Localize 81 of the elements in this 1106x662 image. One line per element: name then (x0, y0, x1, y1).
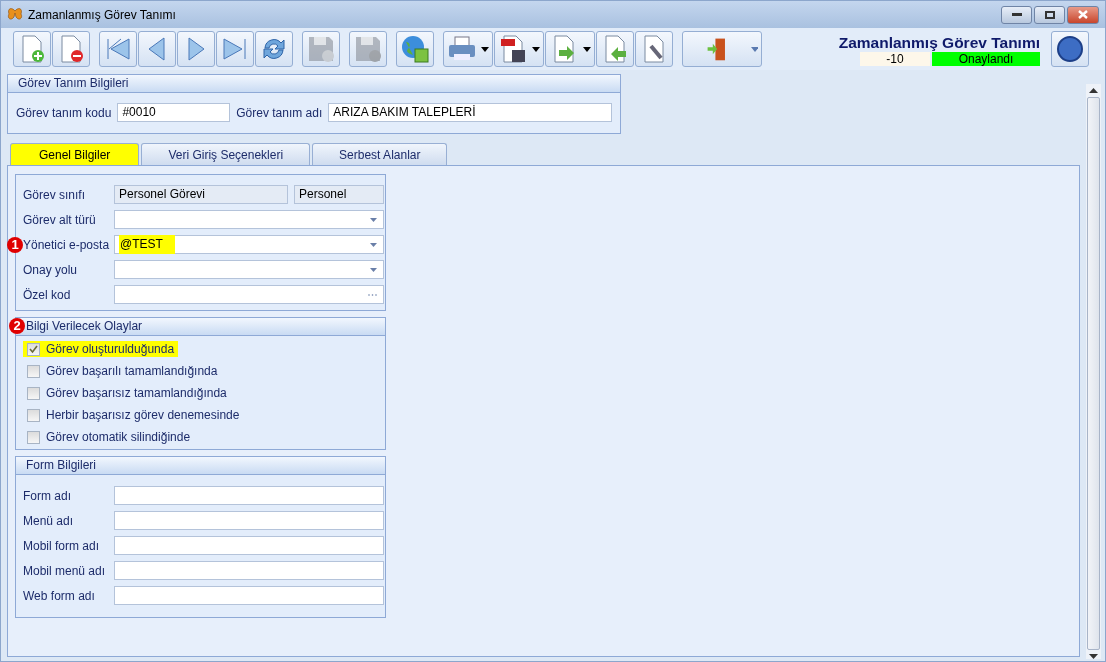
field-label: Mobil form adı (23, 538, 101, 553)
checkbox-label: Görev başarılı tamamlandığında (46, 364, 218, 378)
publish-button[interactable] (396, 31, 434, 67)
field-label: Form adı (23, 488, 72, 503)
checkbox[interactable] (27, 430, 40, 444)
vertical-scrollbar[interactable] (1086, 84, 1101, 659)
scroll-up-icon (1089, 88, 1098, 93)
field-label: Görev tanım adı (236, 105, 323, 120)
field-label: Menü adı (23, 513, 75, 528)
step-marker: 1 (7, 236, 23, 253)
group-title: Form Bilgileri (16, 457, 385, 475)
field-label: Özel kod (23, 287, 72, 302)
status-label: Onaylandı (932, 52, 1040, 66)
restore-icon (1044, 10, 1055, 19)
scroll-down-icon (1089, 654, 1098, 659)
close-icon (1078, 10, 1088, 19)
text-field[interactable] (114, 511, 384, 530)
settings-button[interactable] (635, 31, 673, 67)
dropdown-field[interactable] (114, 260, 384, 279)
dropdown-arrow-icon (370, 242, 377, 247)
pdf-disk-icon (498, 34, 528, 64)
checkbox[interactable] (27, 342, 40, 356)
group-title: Görev Tanım Bilgileri (8, 75, 620, 93)
maximize-button[interactable] (1034, 5, 1065, 24)
delete-button[interactable] (52, 31, 90, 67)
form-title: Zamanlanmış Görev Tanımı (838, 34, 1040, 52)
caret-icon (481, 46, 489, 52)
field-label: Onay yolu (23, 262, 79, 277)
previous-button[interactable] (138, 31, 176, 67)
text-field[interactable] (114, 486, 384, 505)
first-button[interactable] (99, 31, 137, 67)
field-label: Görev alt türü (23, 212, 97, 227)
field-value: @TEST (119, 235, 175, 254)
refresh-button[interactable] (255, 31, 293, 67)
exit-button[interactable] (682, 31, 762, 67)
record-number: -10 (860, 52, 930, 66)
field-label: Web form adı (23, 588, 96, 603)
text-field[interactable] (114, 536, 384, 555)
help-button[interactable] (1051, 31, 1089, 67)
pdf-button[interactable] (494, 31, 544, 67)
checkbox[interactable] (27, 408, 40, 422)
readonly-field: Personel Görevi (114, 185, 288, 204)
dropdown-arrow-icon (370, 217, 377, 222)
name-field[interactable]: ARIZA BAKIM TALEPLERİ (328, 103, 612, 122)
checkbox-label: Herbir başarısız görev denemesinde (46, 408, 240, 422)
ellipsis-icon (368, 293, 377, 296)
group-title: Bilgi Verilecek Olaylar (26, 319, 143, 333)
tab[interactable]: Genel Bilgiler (10, 143, 140, 165)
checkbox-label: Görev oluşturulduğunda (46, 342, 175, 356)
field-label: Görev sınıfı (23, 187, 87, 202)
checkbox[interactable] (27, 364, 40, 378)
tab[interactable]: Veri Giriş Seçenekleri (141, 143, 311, 165)
minimize-button[interactable] (1001, 5, 1032, 24)
dropdown-field[interactable] (114, 210, 384, 229)
close-button[interactable] (1067, 5, 1099, 24)
caret-icon (751, 46, 758, 52)
next-button[interactable] (177, 31, 215, 67)
checkbox-label: Görev otomatik silindiğinde (46, 430, 191, 444)
checkbox[interactable] (27, 386, 40, 400)
caret-icon (532, 46, 540, 52)
code-field[interactable]: #0010 (117, 103, 231, 122)
text-field[interactable] (114, 561, 384, 580)
import-button[interactable] (596, 31, 634, 67)
dropdown-arrow-icon (370, 267, 377, 272)
butterfly-icon (7, 6, 23, 23)
minimize-icon (1011, 12, 1022, 17)
tab[interactable]: Serbest Alanlar (312, 143, 448, 165)
readonly-field: Personel (294, 185, 384, 204)
window-title: Zamanlanmış Görev Tanımı (28, 7, 176, 22)
field-label: Mobil menü adı (23, 563, 107, 578)
field-label: Yönetici e-posta (23, 237, 111, 252)
field-label: Görev tanım kodu (16, 105, 112, 120)
caret-icon (583, 46, 591, 52)
dropdown-field[interactable]: @TEST (114, 235, 384, 254)
new-button[interactable] (13, 31, 51, 67)
scrollbar-thumb[interactable] (1087, 97, 1100, 650)
checkbox-label: Görev başarısız tamamlandığında (46, 386, 227, 400)
last-button[interactable] (216, 31, 254, 67)
step-marker: 2 (9, 318, 25, 334)
text-field[interactable] (114, 586, 384, 605)
lookup-field[interactable] (114, 285, 384, 304)
